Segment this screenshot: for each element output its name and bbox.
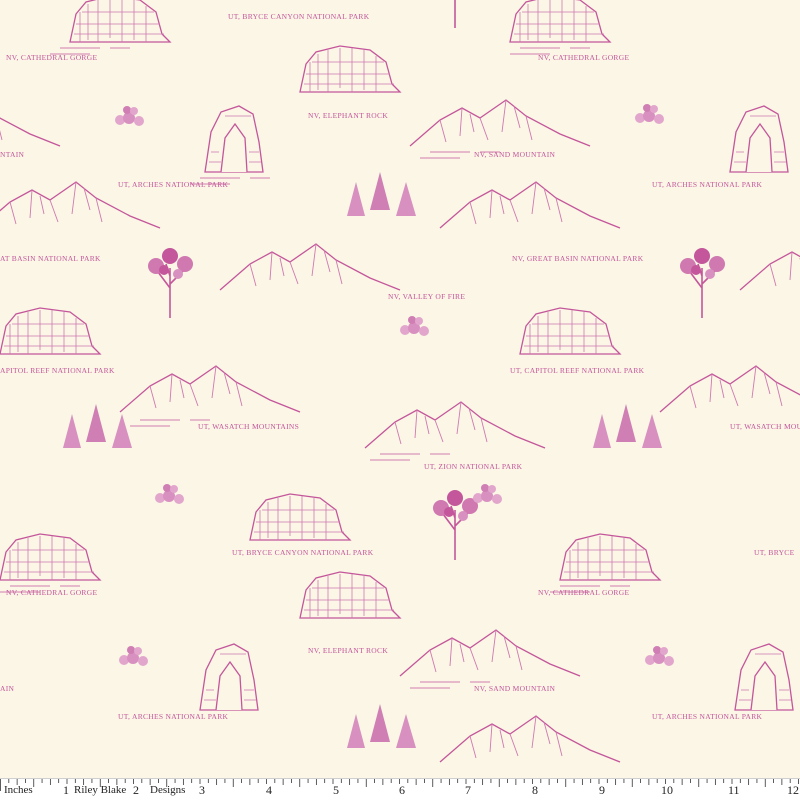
- mountain-illustration: [0, 99, 61, 147]
- mesa-illustration: [509, 0, 611, 55]
- tree-illustration: [679, 247, 726, 319]
- mesa-illustration: [549, 533, 661, 593]
- place-label: AIN: [0, 684, 15, 693]
- ruler-number: 1: [62, 783, 70, 797]
- mountain-illustration: [439, 715, 621, 763]
- tree-illustration: [432, 0, 479, 29]
- place-label: NV, CATHEDRAL GORGE: [538, 588, 630, 597]
- mountain-illustration: [219, 243, 401, 291]
- rock-spire-illustration: [249, 493, 351, 541]
- pine-trees-illustration: [593, 404, 662, 448]
- arch-illustration: [734, 643, 794, 711]
- rock-cluster-illustration: [119, 646, 148, 666]
- place-label: UT, WASATCH MOUNTAINS: [730, 422, 800, 431]
- ruler-number: 4: [265, 783, 273, 797]
- rock-formation-illustration: [299, 571, 401, 619]
- place-label: UT, ARCHES NATIONAL PARK: [652, 712, 763, 721]
- ruler-number: 10: [660, 783, 674, 797]
- ruler-number: 11: [727, 783, 741, 797]
- ruler-number: 7: [464, 783, 472, 797]
- place-label: NV, GREAT BASIN NATIONAL PARK: [512, 254, 644, 263]
- ruler-number: 12: [786, 783, 800, 797]
- ruler-number: 3: [198, 783, 206, 797]
- place-label: NV, CATHEDRAL GORGE: [6, 588, 98, 597]
- place-label: NV, VALLEY OF FIRE: [388, 292, 466, 301]
- rock-cluster-illustration: [115, 106, 144, 126]
- mountain-illustration: [119, 365, 301, 427]
- place-label: UT, WASATCH MOUNTAINS: [198, 422, 300, 431]
- measuring-ruler: Inches Riley Blake Designs 1 2 3 4 5 6 7…: [0, 778, 800, 801]
- place-label: NV, SAND MOUNTAIN: [474, 150, 556, 159]
- place-label: NV, ELEPHANT ROCK: [308, 646, 389, 655]
- place-label: UT, ARCHES NATIONAL PARK: [118, 180, 229, 189]
- place-label: AT BASIN NATIONAL PARK: [0, 254, 101, 263]
- tree-illustration: [432, 489, 479, 561]
- rock-cluster-illustration: [473, 484, 502, 504]
- tree-illustration: [147, 247, 194, 319]
- ruler-number: 9: [598, 783, 606, 797]
- place-label: UT, BRYCE CANYON NATIONAL PARK: [228, 12, 370, 21]
- place-label: UT, BRYCE: [754, 548, 795, 557]
- ruler-brand-name: Riley Blake: [74, 784, 127, 796]
- ruler-unit-label: Inches: [4, 784, 33, 796]
- ruler-number: 8: [531, 783, 539, 797]
- rock-cluster-illustration: [635, 104, 664, 124]
- ruler-number: 6: [398, 783, 406, 797]
- ruler-number: 2: [132, 783, 140, 797]
- mesa-illustration: [49, 0, 171, 55]
- place-label: UT, CAPITOL REEF NATIONAL PARK: [510, 366, 645, 375]
- mountain-illustration: [739, 243, 800, 291]
- place-label: NV, ELEPHANT ROCK: [308, 111, 389, 120]
- ruler-number: 5: [332, 783, 340, 797]
- mountain-illustration: [399, 629, 581, 689]
- mountain-illustration: [364, 401, 546, 461]
- place-label: APITOL REEF NATIONAL PARK: [0, 366, 115, 375]
- mesa-illustration: [0, 307, 101, 355]
- place-label: UT, ARCHES NATIONAL PARK: [118, 712, 229, 721]
- place-label: UT, ZION NATIONAL PARK: [424, 462, 523, 471]
- arch-illustration: [199, 643, 259, 711]
- place-label: NTAIN: [0, 150, 25, 159]
- pine-trees-illustration: [347, 704, 416, 748]
- place-label: UT, BRYCE CANYON NATIONAL PARK: [232, 548, 374, 557]
- mesa-illustration: [0, 533, 101, 593]
- rock-formation-illustration: [299, 45, 401, 93]
- mountain-illustration: [659, 365, 800, 413]
- arch-illustration: [729, 105, 789, 173]
- mesa-illustration: [519, 307, 621, 355]
- place-label: NV, CATHEDRAL GORGE: [538, 53, 630, 62]
- place-label: NV, CATHEDRAL GORGE: [6, 53, 98, 62]
- rock-cluster-illustration: [155, 484, 184, 504]
- ruler-brand-designs: Designs: [150, 784, 186, 796]
- rock-cluster-illustration: [645, 646, 674, 666]
- rock-cluster-illustration: [400, 316, 429, 336]
- fabric-toile-pattern: [0, 0, 800, 763]
- arch-illustration: [189, 105, 271, 185]
- pine-trees-illustration: [347, 172, 416, 216]
- place-label: UT, ARCHES NATIONAL PARK: [652, 180, 763, 189]
- mountain-illustration: [439, 181, 621, 229]
- place-label: NV, SAND MOUNTAIN: [474, 684, 556, 693]
